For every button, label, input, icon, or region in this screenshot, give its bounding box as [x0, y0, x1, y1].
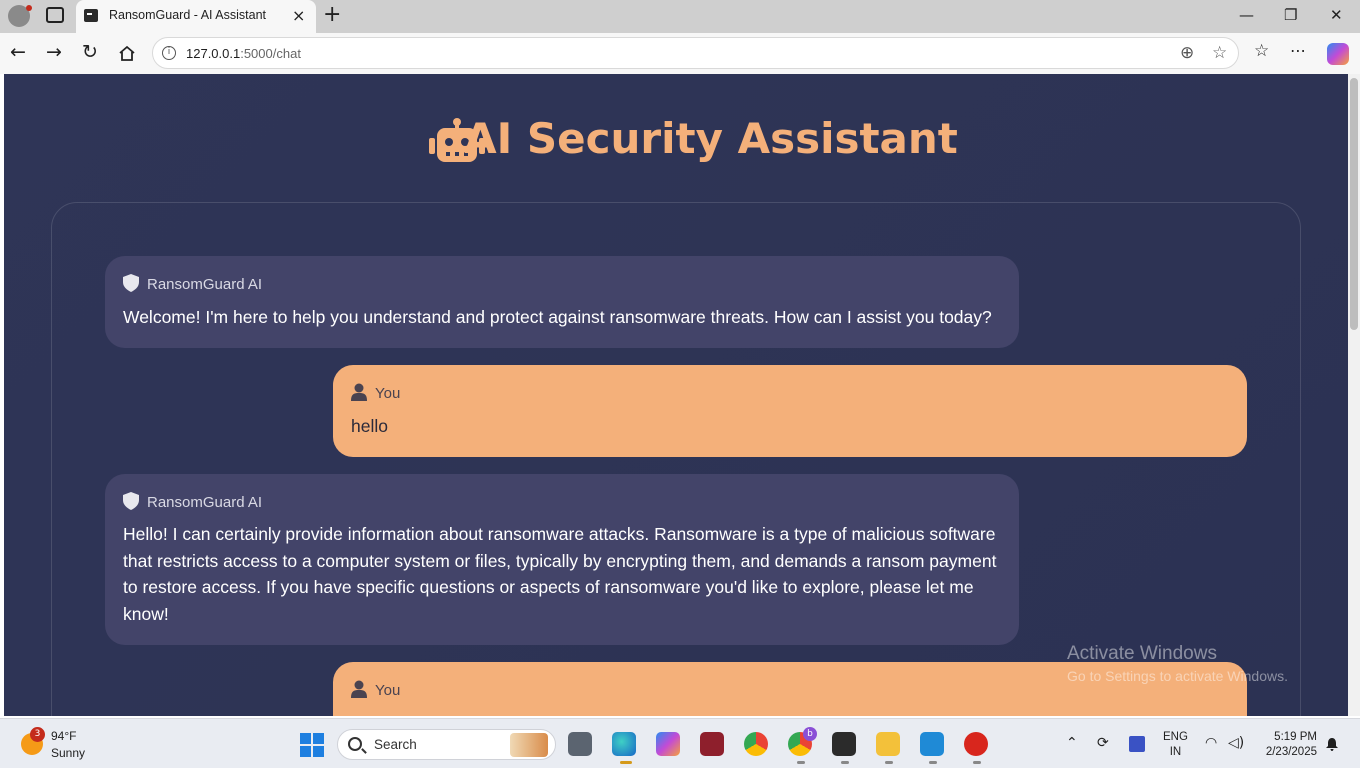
home-icon[interactable]	[118, 45, 136, 62]
tray-app-icon[interactable]	[1129, 736, 1145, 752]
taskbar-search[interactable]: Search	[337, 729, 556, 760]
message-line: that restricts access to a computer syst…	[123, 550, 997, 571]
clock-date: 2/23/2025	[1265, 746, 1317, 758]
terminal-icon[interactable]	[832, 732, 856, 756]
clock[interactable]: 5:19 PM 2/23/2025	[1257, 730, 1317, 760]
start-button[interactable]	[300, 733, 324, 757]
message-line: to restore access. If you have specific …	[123, 577, 974, 598]
shield-icon	[123, 492, 139, 510]
refresh-icon[interactable]: ↻	[82, 41, 98, 63]
page-title: AI Security Assistant	[464, 114, 958, 163]
tab-ransomguard[interactable]: RansomGuard - AI Assistant ×	[76, 0, 316, 33]
activation-watermark-subtitle: Go to Settings to activate Windows.	[1067, 668, 1288, 684]
activation-watermark-title: Activate Windows	[1067, 643, 1217, 664]
copilot-app-icon[interactable]	[656, 732, 680, 756]
url-text[interactable]: 127.0.0.1:5000/chat	[186, 46, 301, 61]
message-sender: RansomGuard AI	[147, 276, 263, 293]
shield-icon	[123, 274, 139, 292]
message-line: know!	[123, 603, 169, 624]
active-app-indicator	[620, 761, 632, 764]
search-highlight-image	[510, 733, 548, 757]
sync-icon[interactable]: ⟳	[1097, 735, 1109, 751]
chat-page: AI Security Assistant RansomGuard AI Wel…	[4, 74, 1348, 716]
chat-container: RansomGuard AI Welcome! I'm here to help…	[51, 202, 1301, 716]
terminal-favicon-icon	[84, 9, 98, 22]
running-indicator	[885, 761, 893, 764]
notification-dot	[26, 5, 32, 11]
message-text: hello	[351, 416, 388, 436]
new-tab-button[interactable]: +	[323, 2, 341, 27]
file-explorer-icon[interactable]	[876, 732, 900, 756]
wifi-icon[interactable]: ◠	[1205, 735, 1217, 751]
region-code: IN	[1169, 746, 1182, 758]
copilot-icon[interactable]	[1327, 43, 1349, 65]
message-text: Welcome! I'm here to help you understand…	[123, 307, 992, 327]
message-sender: You	[375, 385, 401, 402]
chrome-icon[interactable]	[744, 732, 768, 756]
volume-icon[interactable]: ◁)	[1228, 735, 1244, 751]
notification-bell-icon[interactable]	[1325, 737, 1339, 751]
address-bar[interactable]: i 127.0.0.1:5000/chat ⊕ ☆	[152, 37, 1239, 69]
bot-message: RansomGuard AI Hello! I can certainly pr…	[105, 474, 1019, 645]
bot-message: RansomGuard AI Welcome! I'm here to help…	[105, 256, 1019, 348]
running-indicator	[797, 761, 805, 764]
message-text: Hello! I can certainly provide informati…	[123, 521, 996, 627]
zoom-icon[interactable]: ⊕	[1180, 43, 1194, 63]
vscode-icon[interactable]	[920, 732, 944, 756]
restore-button[interactable]: ❐	[1284, 6, 1297, 24]
chrome-profile-badge: b	[803, 727, 817, 741]
clock-time: 5:19 PM	[1274, 731, 1317, 743]
tab-title: RansomGuard - AI Assistant	[109, 8, 267, 22]
edge-icon[interactable]	[612, 732, 636, 756]
page-scrollbar[interactable]	[1348, 74, 1360, 716]
tab-strip: RansomGuard - AI Assistant × + — ❐ ✕	[0, 0, 1360, 33]
tab-actions-icon[interactable]	[46, 7, 64, 23]
forward-icon[interactable]: →	[46, 41, 62, 63]
site-info-icon[interactable]: i	[162, 46, 176, 60]
more-icon[interactable]: ⋯	[1290, 41, 1306, 60]
weather-temperature[interactable]: 94°F	[51, 729, 76, 743]
navigation-bar: ← → ↻ i 127.0.0.1:5000/chat ⊕ ☆ ☆ ⋯	[0, 33, 1360, 74]
message-sender: You	[375, 682, 401, 699]
running-indicator	[929, 761, 937, 764]
tab-close-icon[interactable]: ×	[292, 6, 305, 25]
favorite-star-icon[interactable]: ☆	[1212, 43, 1227, 63]
message-line: Hello! I can certainly provide informati…	[123, 524, 996, 544]
search-placeholder: Search	[374, 737, 417, 752]
minimize-button[interactable]: —	[1239, 6, 1254, 24]
message-sender: RansomGuard AI	[147, 494, 263, 511]
language-indicator[interactable]: ENG IN	[1163, 730, 1188, 760]
search-icon	[348, 737, 362, 751]
running-indicator	[973, 761, 981, 764]
user-icon	[351, 680, 367, 698]
user-message: You hello	[333, 365, 1247, 457]
close-window-button[interactable]: ✕	[1330, 6, 1343, 24]
weather-badge: 3	[30, 727, 45, 742]
user-icon	[351, 383, 367, 401]
running-indicator	[841, 761, 849, 764]
weather-condition[interactable]: Sunny	[51, 746, 85, 760]
chevron-up-icon[interactable]: ⌃	[1066, 735, 1078, 751]
favorites-icon[interactable]: ☆	[1254, 41, 1269, 61]
task-view-icon[interactable]	[568, 732, 592, 756]
winrar-icon[interactable]	[700, 732, 724, 756]
language-code: ENG	[1163, 731, 1188, 743]
taskbar: 3 94°F Sunny Search b ⌃ ⟳ ENG IN ◠ ◁) 5:…	[0, 718, 1360, 768]
wps-office-icon[interactable]	[964, 732, 988, 756]
back-icon[interactable]: ←	[10, 41, 26, 63]
scrollbar-thumb[interactable]	[1350, 78, 1358, 330]
